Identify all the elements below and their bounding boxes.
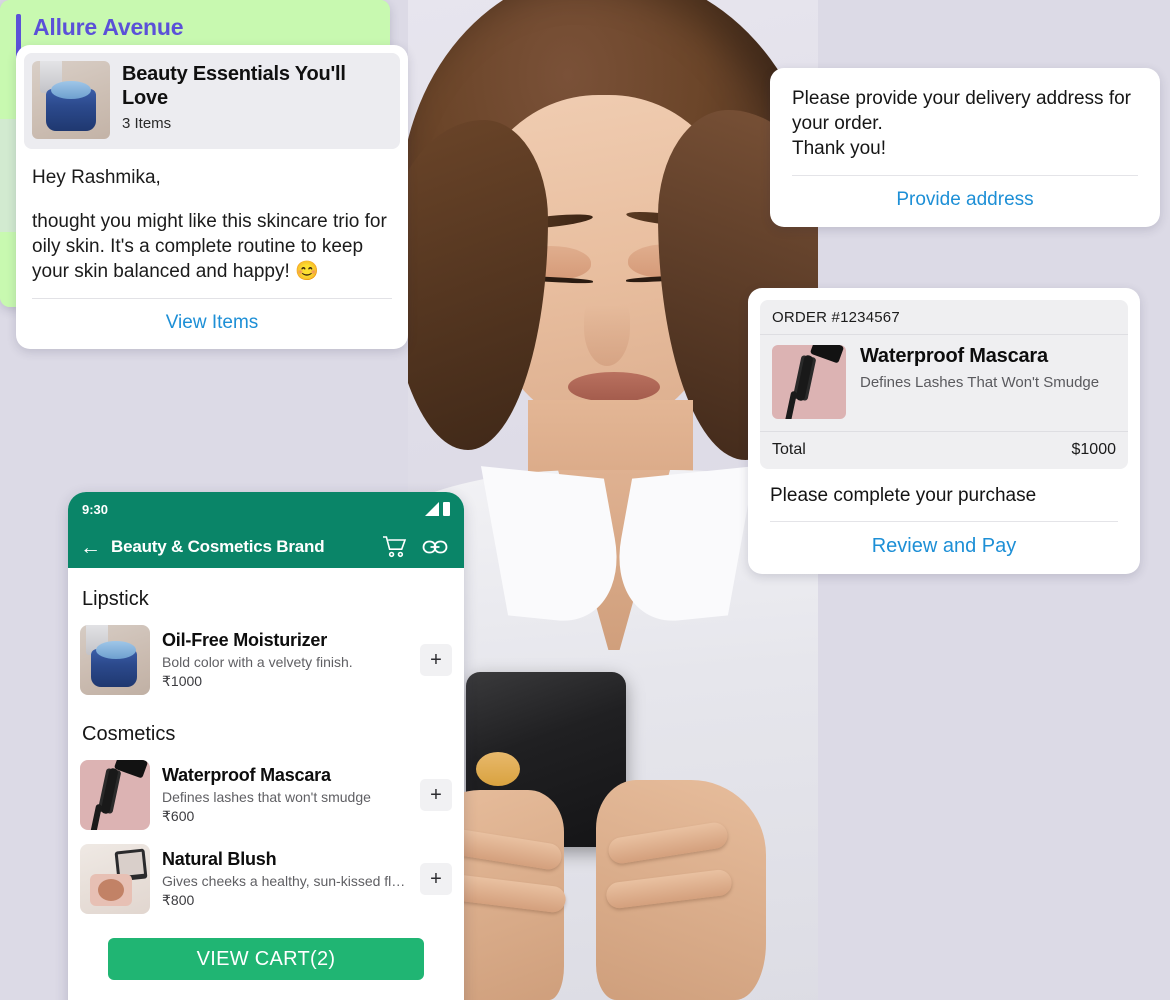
phone-section-title: Lipstick bbox=[82, 588, 149, 610]
moisturizer-jar-icon bbox=[91, 641, 137, 687]
phone-app-header: ← Beauty & Cosmetics Brand bbox=[68, 526, 464, 568]
payment-merchant-name: Allure Avenue bbox=[33, 14, 184, 40]
product-price: ₹800 bbox=[162, 892, 195, 908]
photo-thumb bbox=[476, 752, 520, 786]
order-product-thumbnail bbox=[772, 345, 846, 419]
add-to-cart-button[interactable]: + bbox=[420, 779, 452, 811]
order-total-label: Total bbox=[772, 441, 806, 458]
blush-pan-icon bbox=[90, 874, 132, 906]
phone-header-title: Beauty & Cosmetics Brand bbox=[111, 537, 325, 556]
catalog-title: Beauty Essentials You'll Love bbox=[122, 63, 346, 109]
catalog-thumbnail bbox=[32, 61, 110, 139]
add-to-cart-button[interactable]: + bbox=[420, 863, 452, 895]
catalog-message-card: Beauty Essentials You'll Love 3 Items He… bbox=[16, 45, 408, 350]
back-arrow-icon[interactable]: ← bbox=[80, 537, 101, 558]
photo-lips bbox=[568, 372, 660, 402]
review-and-pay-button[interactable]: Review and Pay bbox=[770, 521, 1118, 574]
view-items-button[interactable]: View Items bbox=[32, 298, 392, 349]
product-thumbnail bbox=[80, 844, 150, 914]
order-product-name: Waterproof Mascara bbox=[860, 345, 1048, 367]
catalog-item-count: 3 Items bbox=[122, 115, 172, 133]
product-desc: Gives cheeks a healthy, sun-kissed fl… bbox=[162, 873, 406, 889]
product-name: Natural Blush bbox=[162, 849, 277, 869]
photo-nose bbox=[584, 290, 630, 366]
phone-catalog-body: Lipstick Oil-Free Moisturizer Bold color… bbox=[68, 568, 464, 980]
order-id: ORDER #1234567 bbox=[772, 309, 900, 326]
product-thumbnail bbox=[80, 625, 150, 695]
mascara-cap-shape bbox=[809, 345, 845, 364]
order-product-row: Waterproof Mascara Defines Lashes That W… bbox=[760, 334, 1128, 431]
mascara-wand-icon bbox=[795, 354, 814, 402]
mascara-stick-shape bbox=[784, 390, 798, 419]
catalog-header[interactable]: Beauty Essentials You'll Love 3 Items bbox=[24, 53, 400, 149]
address-request-card: Please provide your delivery address for… bbox=[770, 68, 1160, 228]
shopping-cart-icon[interactable] bbox=[380, 532, 410, 562]
provide-address-button[interactable]: Provide address bbox=[792, 175, 1138, 227]
screen-root: Beauty Essentials You'll Love 3 Items He… bbox=[0, 0, 1170, 1000]
product-desc: Bold color with a velvety finish. bbox=[162, 654, 353, 670]
list-item[interactable]: Oil-Free Moisturizer Bold color with a v… bbox=[80, 619, 452, 703]
order-message: Please complete your purchase bbox=[770, 485, 1037, 506]
status-bar-time: 9:30 bbox=[82, 501, 109, 517]
mascara-stick-shape bbox=[89, 803, 103, 830]
mascara-wand-icon bbox=[100, 767, 119, 815]
list-item[interactable]: Natural Blush Gives cheeks a healthy, su… bbox=[80, 838, 452, 922]
link-icon[interactable] bbox=[420, 532, 450, 562]
product-name: Waterproof Mascara bbox=[162, 765, 331, 785]
product-thumbnail bbox=[80, 760, 150, 830]
add-to-cart-button[interactable]: + bbox=[420, 644, 452, 676]
phone-section-title: Cosmetics bbox=[82, 723, 176, 745]
catalog-message: thought you might like this skincare tri… bbox=[32, 211, 387, 283]
battery-icon bbox=[443, 502, 450, 516]
order-total-value: $1000 bbox=[1071, 441, 1117, 458]
address-request-text: Please provide your delivery address for… bbox=[792, 88, 1132, 160]
phone-status-bar: 9:30 bbox=[68, 492, 464, 526]
order-details-block: ORDER #1234567 Waterproof Mascara Define… bbox=[760, 300, 1128, 469]
moisturizer-jar-icon bbox=[46, 81, 96, 131]
product-price: ₹1000 bbox=[162, 673, 203, 689]
order-total-row: Total $1000 bbox=[760, 431, 1128, 469]
order-summary-card: ORDER #1234567 Waterproof Mascara Define… bbox=[748, 288, 1140, 574]
product-price: ₹600 bbox=[162, 808, 195, 824]
signal-bars-icon bbox=[425, 502, 439, 516]
order-product-desc: Defines Lashes That Won't Smudge bbox=[860, 374, 1100, 391]
product-name: Oil-Free Moisturizer bbox=[162, 630, 328, 650]
view-cart-button[interactable]: VIEW CART(2) bbox=[108, 938, 424, 980]
product-desc: Defines lashes that won't smudge bbox=[162, 789, 371, 805]
phone-mockup: 9:30 ← Beauty & Cosmetics Brand Lipstick… bbox=[68, 492, 464, 1000]
catalog-greeting: Hey Rashmika, bbox=[32, 167, 161, 188]
list-item[interactable]: Waterproof Mascara Defines lashes that w… bbox=[80, 754, 452, 838]
mascara-cap-shape bbox=[113, 760, 149, 779]
